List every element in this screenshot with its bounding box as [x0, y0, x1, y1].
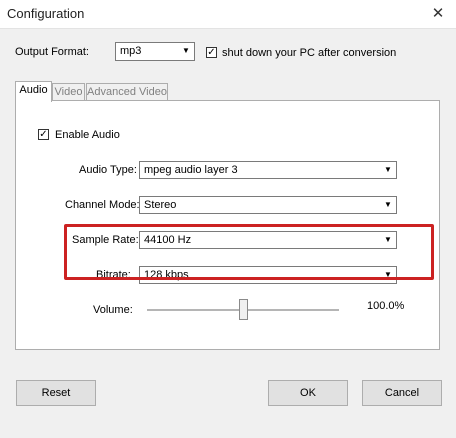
enable-audio-checkbox[interactable]: ✓: [38, 129, 49, 140]
output-format-label: Output Format:: [15, 46, 89, 58]
output-format-value: mp3: [120, 45, 142, 57]
reset-button[interactable]: Reset: [16, 380, 96, 406]
chevron-down-icon: ▼: [381, 163, 395, 177]
chevron-down-icon: ▼: [381, 198, 395, 212]
volume-label: Volume:: [93, 304, 133, 316]
close-icon[interactable]: ✕: [426, 2, 450, 26]
check-icon: ✓: [207, 47, 216, 58]
highlight-box: [64, 224, 434, 280]
chevron-down-icon: ▼: [179, 44, 193, 58]
tab-advanced-video[interactable]: Advanced Video: [86, 83, 168, 101]
ok-button[interactable]: OK: [268, 380, 348, 406]
enable-audio-label: Enable Audio: [55, 129, 120, 141]
volume-value: 100.0%: [367, 300, 405, 312]
audio-type-select[interactable]: mpeg audio layer 3 ▼: [139, 161, 397, 179]
title-bar: Configuration ✕: [0, 0, 456, 29]
channel-mode-label: Channel Mode:: [65, 199, 140, 211]
output-format-select[interactable]: mp3 ▼: [115, 42, 195, 61]
volume-slider-thumb[interactable]: [238, 299, 248, 320]
audio-type-label: Audio Type:: [79, 164, 137, 176]
audio-type-value: mpeg audio layer 3: [144, 164, 238, 176]
shutdown-label: shut down your PC after conversion: [222, 47, 397, 59]
tab-video[interactable]: Video: [52, 83, 85, 101]
shutdown-checkbox[interactable]: ✓: [206, 47, 217, 58]
tab-audio[interactable]: Audio: [15, 81, 52, 102]
channel-mode-select[interactable]: Stereo ▼: [139, 196, 397, 214]
cancel-button[interactable]: Cancel: [362, 380, 442, 406]
channel-mode-value: Stereo: [144, 199, 177, 211]
check-icon: ✓: [39, 129, 48, 140]
window-title: Configuration: [7, 6, 85, 21]
